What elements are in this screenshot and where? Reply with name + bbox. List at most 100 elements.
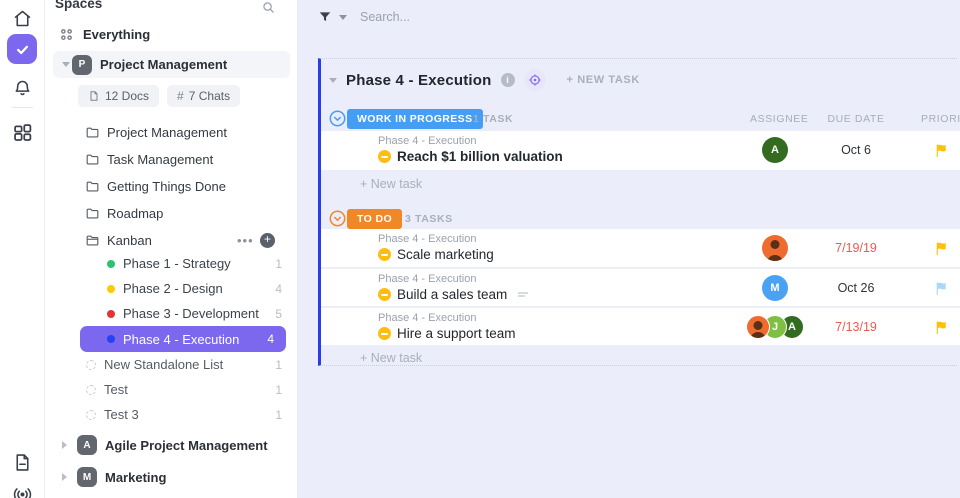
docs-badge[interactable]: 12 Docs (78, 85, 159, 107)
list-name: Phase 3 - Development (123, 306, 259, 321)
task-count: 5 (275, 307, 282, 321)
collapse-chevron-icon[interactable] (329, 78, 337, 83)
chats-badge-label: 7 Chats (189, 89, 230, 103)
status-dot (107, 335, 115, 343)
list-name: Test 3 (104, 407, 139, 422)
sidebar-folder-kanban[interactable]: Kanban ••• + (45, 227, 298, 253)
tasks-icon[interactable] (7, 34, 37, 64)
assignee-cell[interactable]: M (750, 269, 800, 307)
task-title[interactable]: Reach $1 billion valuation (397, 149, 563, 164)
avatar-body (767, 255, 783, 261)
task-title-line[interactable]: Build a sales team (378, 287, 529, 302)
due-date-cell[interactable]: Oct 6 (814, 131, 898, 169)
task-row[interactable]: Phase 4 - Execution Build a sales team M… (321, 268, 960, 306)
home-icon[interactable] (10, 6, 34, 30)
avatar: M (762, 275, 788, 301)
sidebar-list-phase-2[interactable]: Phase 2 - Design 4 (45, 276, 298, 301)
pulse-icon[interactable] (10, 482, 34, 498)
task-breadcrumb: Phase 4 - Execution (378, 135, 563, 147)
status-badge[interactable]: WORK IN PROGRESS (347, 109, 483, 129)
docs-icon[interactable] (10, 450, 34, 474)
sidebar-folder-getting-things-done[interactable]: Getting Things Done (45, 173, 298, 199)
sidebar-space-marketing[interactable]: M Marketing (45, 464, 298, 490)
task-count: 1 (275, 257, 282, 271)
group-chevron-icon[interactable] (329, 210, 346, 227)
priority-flag-icon[interactable] (928, 269, 954, 307)
filter-chevron-icon[interactable] (339, 15, 347, 20)
task-title-line[interactable]: Reach $1 billion valuation (378, 149, 563, 164)
avatar-photo (762, 235, 788, 261)
collapse-chevron-icon[interactable] (62, 62, 70, 67)
expand-chevron-icon[interactable] (62, 473, 67, 481)
folder-icon (85, 206, 100, 221)
due-date-cell[interactable]: 7/19/19 (814, 229, 898, 267)
filter-funnel-icon[interactable] (318, 10, 332, 24)
sidebar-item-everything[interactable]: Everything (45, 22, 298, 46)
sidebar-folder-roadmap[interactable]: Roadmap (45, 200, 298, 226)
space-name: Marketing (105, 470, 166, 485)
sidebar-space-agile-project-management[interactable]: A Agile Project Management (45, 432, 298, 458)
task-breadcrumb: Phase 4 - Execution (378, 233, 494, 245)
task-title[interactable]: Build a sales team (397, 287, 507, 302)
search-icon[interactable] (261, 0, 276, 20)
assignee-cell[interactable] (750, 229, 800, 267)
task-title-line[interactable]: Scale marketing (378, 247, 494, 262)
folder-icon (85, 125, 100, 140)
task-title[interactable]: Scale marketing (397, 247, 494, 262)
goal-target-icon[interactable] (524, 69, 546, 91)
search-input[interactable] (360, 10, 540, 24)
task-row[interactable]: Phase 4 - Execution Hire a support team … (321, 307, 960, 345)
sidebar-space-project-management[interactable]: P Project Management (53, 51, 290, 78)
add-task-link[interactable]: + New task (360, 177, 422, 191)
add-list-icon[interactable]: + (260, 233, 275, 248)
sidebar-list-phase-1[interactable]: Phase 1 - Strategy 1 (45, 251, 298, 276)
task-title[interactable]: Hire a support team (397, 326, 516, 341)
task-count: 4 (275, 282, 282, 296)
sidebar-folder-task-management[interactable]: Task Management (45, 146, 298, 172)
assignee-cell[interactable]: J A (740, 308, 810, 346)
task-text: Phase 4 - Execution Hire a support team (378, 312, 516, 341)
sidebar-list-phase-4-selected[interactable]: Phase 4 - Execution 4 (80, 326, 286, 352)
task-breadcrumb: Phase 4 - Execution (378, 273, 529, 285)
minus-bar (381, 333, 388, 335)
expand-chevron-icon[interactable] (62, 441, 67, 449)
sidebar-list-new-standalone[interactable]: New Standalone List 1 (45, 352, 298, 377)
due-date-cell[interactable]: 7/13/19 (814, 308, 898, 346)
sidebar-folder-project-management[interactable]: Project Management (45, 119, 298, 145)
task-title-line[interactable]: Hire a support team (378, 326, 516, 341)
priority-flag-icon[interactable] (928, 308, 954, 346)
task-row[interactable]: Phase 4 - Execution Scale marketing 7/19… (321, 229, 960, 267)
status-badge[interactable]: TO DO (347, 209, 402, 229)
notifications-bell-icon[interactable] (10, 76, 34, 100)
dashboards-grid-icon[interactable] (10, 120, 34, 144)
info-icon[interactable]: i (501, 73, 515, 87)
column-header-priority[interactable]: PRIORITY (921, 113, 960, 125)
group-task-count: 3 TASKS (405, 213, 453, 225)
avatar-group: J A (746, 315, 804, 339)
assignee-cell[interactable]: A (750, 131, 800, 169)
task-text: Phase 4 - Execution Reach $1 billion val… (378, 135, 563, 164)
priority-status-icon (378, 248, 391, 261)
priority-flag-icon[interactable] (928, 131, 954, 169)
column-header-assignee[interactable]: ASSIGNEE (750, 113, 800, 125)
space-name: Project Management (100, 57, 227, 72)
add-task-link[interactable]: + New task (360, 351, 422, 365)
sidebar-list-phase-3[interactable]: Phase 3 - Development 5 (45, 301, 298, 326)
sidebar-list-test-3[interactable]: Test 3 1 (45, 402, 298, 427)
group-chevron-icon[interactable] (329, 110, 346, 127)
main-content: Phase 4 - Execution i + NEW TASK WORK IN… (298, 0, 960, 498)
task-row[interactable]: Phase 4 - Execution Reach $1 billion val… (321, 131, 960, 170)
new-task-button[interactable]: + NEW TASK (567, 74, 640, 86)
chats-badge[interactable]: # 7 Chats (167, 85, 240, 107)
docs-badge-label: 12 Docs (105, 89, 149, 103)
priority-flag-icon[interactable] (928, 229, 954, 267)
priority-status-icon (378, 150, 391, 163)
more-options-icon[interactable]: ••• (237, 233, 254, 248)
avatar-head (754, 321, 763, 330)
sidebar-list-test[interactable]: Test 1 (45, 377, 298, 402)
column-header-due-date[interactable]: DUE DATE (814, 113, 898, 125)
task-count: 4 (267, 332, 274, 346)
avatar-body (750, 332, 766, 339)
list-title[interactable]: Phase 4 - Execution (346, 72, 492, 89)
due-date-cell[interactable]: Oct 26 (814, 269, 898, 307)
